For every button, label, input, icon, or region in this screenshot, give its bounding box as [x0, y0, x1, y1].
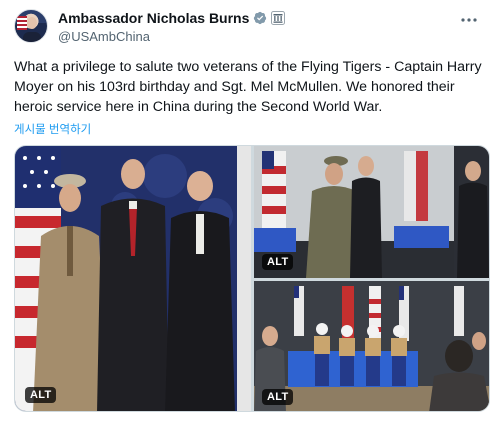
more-options-icon[interactable]: [457, 12, 481, 28]
author-avatar[interactable]: [14, 9, 48, 43]
tweet-card[interactable]: Ambassador Nicholas Burns @USAmbChina Wh…: [0, 0, 500, 427]
verified-badge-icon[interactable]: [253, 11, 267, 25]
alt-text-badge[interactable]: ALT: [262, 254, 294, 270]
alt-text-badge[interactable]: ALT: [25, 387, 57, 403]
author-handle[interactable]: @USAmbChina: [58, 29, 150, 44]
media-grid: ALT ALT ALT: [14, 145, 490, 412]
photo-veterans-portrait[interactable]: ALT: [15, 146, 251, 411]
tweet-text: What a privilege to salute two veterans …: [14, 59, 482, 115]
government-flag-icon[interactable]: [271, 11, 286, 25]
photo-salute[interactable]: ALT: [254, 146, 489, 278]
author-display-name[interactable]: Ambassador Nicholas Burns: [58, 10, 249, 26]
flag-icon: [17, 16, 27, 30]
translate-post-link[interactable]: 게시물 번역하기: [14, 121, 91, 137]
photo-veterans-portrait-art: [15, 146, 251, 411]
photo-ceremony[interactable]: ALT: [254, 281, 489, 411]
author-name-row: Ambassador Nicholas Burns: [58, 10, 286, 26]
alt-text-badge[interactable]: ALT: [262, 389, 294, 405]
